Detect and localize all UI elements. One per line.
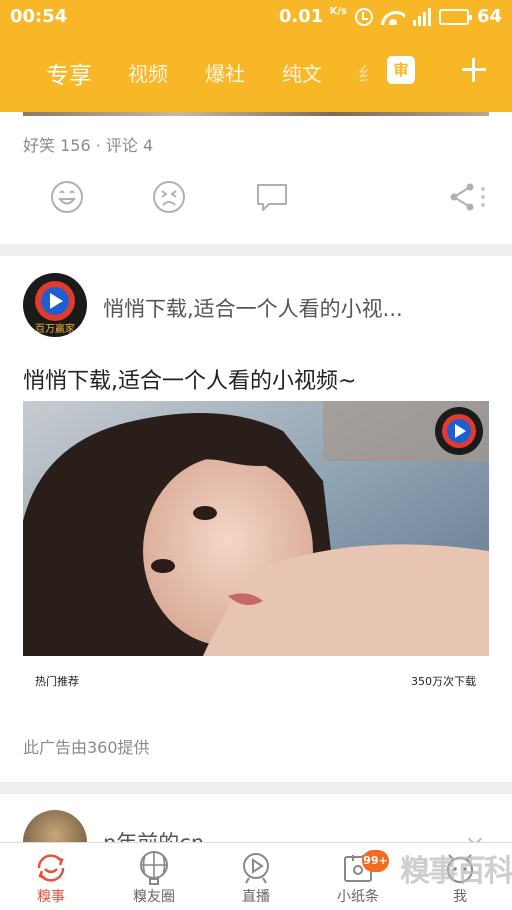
nav-label: 直播 <box>242 889 270 905</box>
top-bar: 00:54 0.01 K/s 64 专享 视频 爆社 纯文 纟 审 <box>0 0 512 112</box>
smile-icon[interactable] <box>50 180 84 214</box>
post-actions <box>0 180 512 220</box>
status-right: 0.01 K/s 64 <box>279 6 502 27</box>
status-time: 00:54 <box>10 6 68 27</box>
nav-label: 小纸条 <box>337 889 379 905</box>
nav-label: 糗友圈 <box>133 889 175 905</box>
signal-icon <box>412 7 431 26</box>
more-icon[interactable] <box>476 180 490 214</box>
tab-fade <box>352 52 382 92</box>
ad-title[interactable]: 悄悄下载,适合一个人看的小视频~ <box>23 363 356 395</box>
user-avatar[interactable] <box>23 810 87 844</box>
balloon-icon <box>140 851 168 885</box>
nav-qiushi[interactable]: 糗事 <box>1 843 101 910</box>
live-play-icon <box>243 853 269 884</box>
tab-text[interactable]: 纯文 <box>282 58 322 87</box>
ad-image[interactable] <box>23 401 489 656</box>
notes-badge: 99+ <box>362 850 389 872</box>
nav-notes[interactable]: 小纸条 <box>308 843 408 910</box>
nav-live[interactable]: 直播 <box>206 843 306 910</box>
nav-label: 糗事 <box>37 889 65 905</box>
ad-app-name[interactable]: 悄悄下载,适合一个人看的小视... <box>103 293 403 323</box>
comment-icon[interactable] <box>255 180 289 214</box>
me-icon <box>447 854 473 883</box>
tab-video[interactable]: 视频 <box>128 58 168 87</box>
app-logo-text: 百万赢家 <box>35 322 75 335</box>
tab-baoshe[interactable]: 爆社 <box>205 58 245 87</box>
audit-button[interactable]: 审 <box>387 56 415 84</box>
next-post-card[interactable]: n年前的cn <box>0 794 512 844</box>
wifi-icon <box>380 9 405 25</box>
ad-tag: 热门推荐 <box>35 675 79 688</box>
battery-level: 64 <box>476 6 502 27</box>
tab-zhuanxiang[interactable]: 专享 <box>46 56 92 90</box>
previous-post-card: 好笑 156 · 评论 4 <box>0 112 512 244</box>
play-logo-icon: 百万赢家 <box>27 281 83 335</box>
share-icon[interactable] <box>446 180 480 214</box>
smile-refresh-icon <box>37 854 65 882</box>
alarm-icon <box>354 7 373 26</box>
post-stats: 好笑 156 · 评论 4 <box>23 136 154 155</box>
nav-friends[interactable]: 糗友圈 <box>104 843 204 910</box>
previous-post-image <box>23 112 489 116</box>
ad-photo <box>23 401 489 656</box>
ad-downloads: 350万次下载 <box>411 675 476 688</box>
nav-me[interactable]: 我 <box>410 843 510 910</box>
bottom-nav: 糗事 糗友圈 直播 小纸条 我 <box>0 842 512 910</box>
ad-source: 此广告由360提供 <box>23 738 150 757</box>
frown-icon[interactable] <box>152 180 186 214</box>
add-icon[interactable] <box>460 56 488 84</box>
nav-label: 我 <box>453 889 467 905</box>
net-speed: 0.01 K/s <box>278 6 347 27</box>
category-tabs: 专享 视频 爆社 纯文 纟 审 <box>0 52 512 92</box>
battery-icon <box>438 8 472 25</box>
status-bar: 00:54 0.01 K/s 64 <box>0 0 512 34</box>
ad-post-card[interactable]: 百万赢家 悄悄下载,适合一个人看的小视... 悄悄下载,适合一个人看的小视频~ <box>0 256 512 782</box>
app-logo[interactable]: 百万赢家 <box>23 273 87 337</box>
